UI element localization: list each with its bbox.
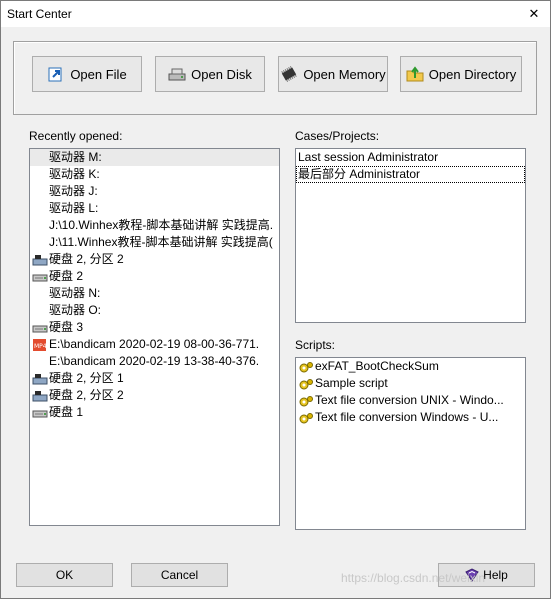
ok-label: OK xyxy=(55,568,74,582)
start-center-window: Start Center ✕ Open File Open Disk Open … xyxy=(0,0,551,599)
arrow-open-icon xyxy=(47,65,65,83)
script-gear-icon xyxy=(298,361,314,373)
recent-item[interactable]: 驱动器 L: xyxy=(30,200,279,217)
recent-item[interactable]: J:\10.Winhex教程-脚本基础讲解 实践提高. xyxy=(30,217,279,234)
recent-item[interactable]: 硬盘 1 xyxy=(30,404,279,421)
window-title: Start Center xyxy=(7,7,72,21)
scripts-list[interactable]: exFAT_BootCheckSum Sample script Text file… xyxy=(295,357,526,530)
disk-drive-icon xyxy=(168,65,186,83)
recent-item[interactable]: 硬盘 3 xyxy=(30,319,279,336)
script-item[interactable]: Sample script xyxy=(296,375,525,392)
recent-item[interactable]: 硬盘 2, 分区 2 xyxy=(30,387,279,404)
script-item-label: Text file conversion UNIX - Windo... xyxy=(315,393,504,407)
recent-item[interactable]: 驱动器 K: xyxy=(30,166,279,183)
cancel-label: Cancel xyxy=(160,568,199,582)
open-disk-label: Open Disk xyxy=(191,66,252,82)
partition-icon xyxy=(32,373,48,385)
cases-projects-label: Cases/Projects: xyxy=(295,129,380,143)
recent-item-label: 硬盘 2, 分区 1 xyxy=(49,371,124,385)
recent-item[interactable]: 驱动器 O: xyxy=(30,302,279,319)
script-item-label: Sample script xyxy=(315,376,388,390)
hard-disk-icon xyxy=(32,407,48,419)
watermark-text: https://blog.csdn.net/weixin xyxy=(341,571,486,585)
script-gear-icon xyxy=(298,395,314,407)
recent-item-label: J:\10.Winhex教程-脚本基础讲解 实践提高. xyxy=(49,218,274,232)
partition-icon xyxy=(32,254,48,266)
open-memory-label: Open Memory xyxy=(303,66,386,82)
recent-item-label: 驱动器 O: xyxy=(49,303,102,317)
script-gear-icon xyxy=(298,412,314,424)
memory-chip-icon xyxy=(280,65,298,83)
cases-projects-list[interactable]: Last session Administrator 最后部分 Administr… xyxy=(295,148,526,323)
recent-item-label: 硬盘 1 xyxy=(49,405,84,419)
close-button[interactable]: ✕ xyxy=(524,4,544,24)
recent-item[interactable]: J:\11.Winhex教程-脚本基础讲解 实践提高( xyxy=(30,234,279,251)
scripts-label: Scripts: xyxy=(295,338,336,352)
recent-item[interactable]: MP4 E:\bandicam 2020-02-19 08-00-36-771. xyxy=(30,336,279,353)
svg-text:MP4: MP4 xyxy=(34,343,47,350)
recent-item-label: 驱动器 K: xyxy=(49,167,100,181)
script-item-label: Text file conversion Windows - U... xyxy=(315,410,499,424)
recent-item[interactable]: 硬盘 2, 分区 2 xyxy=(30,251,279,268)
open-file-button[interactable]: Open File xyxy=(32,56,142,92)
open-toolbar: Open File Open Disk Open Memory Open Dir… xyxy=(13,41,537,115)
recent-item-label: 驱动器 N: xyxy=(49,286,101,300)
open-disk-button[interactable]: Open Disk xyxy=(155,56,265,92)
open-file-label: Open File xyxy=(70,66,127,82)
case-item[interactable]: Last session Administrator xyxy=(296,149,525,166)
recent-item[interactable]: E:\bandicam 2020-02-19 13-38-40-376. xyxy=(30,353,279,370)
recent-item-label: E:\bandicam 2020-02-19 08-00-36-771. xyxy=(49,337,260,351)
recently-opened-label: Recently opened: xyxy=(29,129,123,143)
recent-item[interactable]: 驱动器 J: xyxy=(30,183,279,200)
open-directory-button[interactable]: Open Directory xyxy=(400,56,522,92)
open-memory-button[interactable]: Open Memory xyxy=(278,56,388,92)
title-bar: Start Center ✕ xyxy=(1,1,550,27)
recent-item-label: 硬盘 2 xyxy=(49,269,84,283)
help-label: Help xyxy=(483,568,508,582)
recent-item-label: J:\11.Winhex教程-脚本基础讲解 实践提高( xyxy=(49,235,273,249)
recent-item-label: 驱动器 M: xyxy=(49,150,102,164)
ok-button[interactable]: OK xyxy=(16,563,113,587)
recent-item-label: 硬盘 3 xyxy=(49,320,84,334)
script-item[interactable]: Text file conversion UNIX - Windo... xyxy=(296,392,525,409)
script-gear-icon xyxy=(298,378,314,390)
recent-item-label: E:\bandicam 2020-02-19 13-38-40-376. xyxy=(49,354,260,368)
mp4-file-icon: MP4 xyxy=(32,338,48,351)
recent-item-label: 硬盘 2, 分区 2 xyxy=(49,252,124,266)
cancel-button[interactable]: Cancel xyxy=(131,563,228,587)
hard-disk-icon xyxy=(32,322,48,334)
recent-item[interactable]: 硬盘 2 xyxy=(30,268,279,285)
case-item-label: Last session Administrator xyxy=(298,150,439,164)
script-item-label: exFAT_BootCheckSum xyxy=(315,359,439,373)
recent-item-label: 驱动器 L: xyxy=(49,201,99,215)
folder-up-icon xyxy=(406,65,424,83)
partition-icon xyxy=(32,390,48,402)
recent-item[interactable]: 驱动器 N: xyxy=(30,285,279,302)
recent-item[interactable]: 驱动器 M: xyxy=(30,149,279,166)
script-item[interactable]: exFAT_BootCheckSum xyxy=(296,358,525,375)
recent-item-label: 硬盘 2, 分区 2 xyxy=(49,388,124,402)
recently-opened-list[interactable]: 驱动器 M: 驱动器 K: 驱动器 J: 驱动器 L: J:\10.Winhex教程-脚… xyxy=(29,148,280,526)
recent-item-label: 驱动器 J: xyxy=(49,184,98,198)
case-item-label: 最后部分 Administrator xyxy=(298,167,421,181)
hard-disk-icon xyxy=(32,271,48,283)
case-item[interactable]: 最后部分 Administrator xyxy=(296,166,525,183)
script-item[interactable]: Text file conversion Windows - U... xyxy=(296,409,525,426)
recent-item[interactable]: 硬盘 2, 分区 1 xyxy=(30,370,279,387)
open-directory-label: Open Directory xyxy=(428,66,517,82)
